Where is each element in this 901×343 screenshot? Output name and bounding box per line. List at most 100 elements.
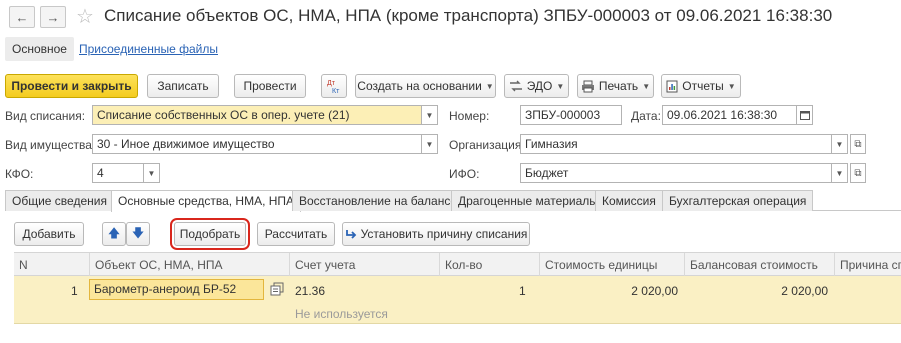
tab-restore-balance[interactable]: Восстановление на балансе [292, 190, 465, 211]
arrow-right-icon: → [46, 9, 60, 25]
post-and-close-button[interactable]: Провести и закрыть [5, 74, 138, 98]
ifo-open-button[interactable]: ⧉ [850, 163, 866, 183]
unit-cost-cell[interactable]: 2 020,00 [614, 284, 678, 298]
date-label: Дата: [631, 109, 661, 123]
organization-label: Организация: [449, 138, 525, 152]
tab-accounting-operation[interactable]: Бухгалтерская операция [662, 190, 814, 211]
chevron-down-icon: ▼ [147, 168, 156, 178]
column-n[interactable]: N [14, 253, 89, 277]
favorite-star-icon[interactable]: ☆ [76, 4, 94, 29]
set-reason-label: Установить причину списания [360, 227, 528, 241]
balance-cost-cell[interactable]: 2 020,00 [760, 284, 828, 298]
organization-open-button[interactable]: ⧉ [850, 134, 866, 154]
chevron-down-icon: ▼ [485, 81, 494, 91]
chevron-down-icon: ▼ [835, 139, 844, 149]
chevron-down-icon: ▼ [727, 81, 736, 91]
arrow-down-icon: 🡇 [131, 225, 145, 240]
write-off-type-field[interactable]: Списание собственных ОС в опер. учете (2… [92, 105, 422, 125]
calculate-label: Рассчитать [264, 227, 328, 241]
column-quantity[interactable]: Кол-во [439, 253, 539, 277]
date-field[interactable]: 09.06.2021 16:38:30 [662, 105, 797, 125]
set-reason-button[interactable]: Установить причину списания [342, 222, 530, 246]
pick-button[interactable]: Подобрать [170, 218, 250, 250]
back-button[interactable]: ← [9, 6, 35, 28]
open-link-icon: ⧉ [854, 167, 862, 179]
open-link-icon: ⧉ [854, 138, 862, 150]
reports-label: Отчеты [682, 79, 724, 93]
tab-main[interactable]: Основное [5, 37, 74, 61]
calendar-icon [799, 111, 810, 120]
column-unit-cost[interactable]: Стоимость единицы [539, 253, 684, 277]
property-type-label: Вид имущества: [5, 138, 96, 152]
tab-general[interactable]: Общие сведения [5, 190, 114, 211]
report-icon [666, 80, 678, 92]
column-reason[interactable]: Причина сп [834, 253, 901, 277]
chevron-down-icon: ▼ [835, 168, 844, 178]
turn-arrow-icon [345, 230, 356, 239]
add-button[interactable]: Добавить [14, 222, 84, 246]
write-off-type-dropdown[interactable]: ▼ [422, 105, 438, 125]
post-and-close-label: Провести и закрыть [11, 79, 132, 93]
save-label: Записать [157, 79, 209, 93]
create-based-on-button[interactable]: Создать на основании ▼ [355, 74, 496, 98]
property-type-field[interactable]: 30 - Иное движимое имущество [92, 134, 422, 154]
row-number: 1 [71, 284, 78, 298]
document-title: Списание объектов ОС, НМА, НПА (кроме тр… [104, 6, 833, 25]
move-down-button[interactable]: 🡇 [126, 222, 150, 246]
ifo-label: ИФО: [449, 167, 480, 181]
number-field[interactable]: ЗПБУ-000003 [520, 105, 622, 125]
tab-fixed-assets[interactable]: Основные средства, НМА, НПА [111, 190, 302, 212]
save-button[interactable]: Записать [147, 74, 219, 98]
add-label: Добавить [22, 227, 76, 241]
edo-label: ЭДО [526, 79, 553, 93]
move-up-button[interactable]: 🡅 [102, 222, 126, 246]
organization-dropdown[interactable]: ▼ [832, 134, 848, 154]
post-label: Провести [243, 79, 297, 93]
attached-files-link[interactable]: Присоединенные файлы [79, 37, 218, 61]
chevron-down-icon: ▼ [425, 139, 434, 149]
arrow-up-icon: 🡅 [107, 225, 121, 240]
post-button[interactable]: Провести [234, 74, 306, 98]
kfo-field[interactable]: 4 [92, 163, 144, 183]
account-cell[interactable]: 21.36 [295, 284, 325, 298]
printer-icon [581, 80, 594, 92]
create-based-on-label: Создать на основании [357, 79, 482, 93]
table-row[interactable]: 1 Барометр-анероид БР-52 21.36 Не исполь… [14, 276, 901, 324]
column-balance-cost[interactable]: Балансовая стоимость [684, 253, 834, 277]
calendar-button[interactable] [797, 105, 813, 125]
column-account[interactable]: Счет учета [289, 253, 439, 277]
arrow-left-icon: ← [15, 9, 29, 25]
copy-select-icon [270, 282, 284, 296]
calculate-button[interactable]: Рассчитать [257, 222, 335, 246]
quantity-cell[interactable]: 1 [519, 284, 526, 298]
dt-kt-button[interactable]: Дт Кт [321, 74, 347, 98]
number-label: Номер: [449, 109, 490, 123]
tab-precious-materials[interactable]: Драгоценные материалы [451, 190, 605, 211]
svg-text:Кт: Кт [332, 88, 340, 94]
kfo-label: КФО: [5, 167, 34, 181]
chevron-down-icon: ▼ [642, 81, 651, 91]
select-object-button[interactable] [270, 282, 286, 298]
write-off-type-label: Вид списания: [5, 109, 86, 123]
ifo-field[interactable]: Бюджет [520, 163, 832, 183]
forward-button[interactable]: → [40, 6, 66, 28]
print-label: Печать [598, 79, 639, 93]
property-type-dropdown[interactable]: ▼ [422, 134, 438, 154]
chevron-down-icon: ▼ [425, 110, 434, 120]
kfo-dropdown[interactable]: ▼ [144, 163, 160, 183]
account-sub-cell[interactable]: Не используется [295, 307, 388, 321]
reports-button[interactable]: Отчеты ▼ [661, 74, 741, 98]
chevron-down-icon: ▼ [556, 81, 565, 91]
edo-icon [509, 80, 522, 92]
pick-label: Подобрать [179, 227, 241, 241]
tab-commission[interactable]: Комиссия [595, 190, 663, 211]
column-object[interactable]: Объект ОС, НМА, НПА [89, 253, 289, 277]
svg-text:Дт: Дт [327, 80, 336, 87]
dt-kt-icon: Дт Кт [327, 80, 340, 94]
print-button[interactable]: Печать ▼ [577, 74, 654, 98]
table-header: N Объект ОС, НМА, НПА Счет учета Кол-во … [14, 252, 901, 277]
object-cell-input[interactable]: Барометр-анероид БР-52 [89, 279, 264, 300]
organization-field[interactable]: Гимназия [520, 134, 832, 154]
edo-button[interactable]: ЭДО ▼ [504, 74, 569, 98]
ifo-dropdown[interactable]: ▼ [832, 163, 848, 183]
